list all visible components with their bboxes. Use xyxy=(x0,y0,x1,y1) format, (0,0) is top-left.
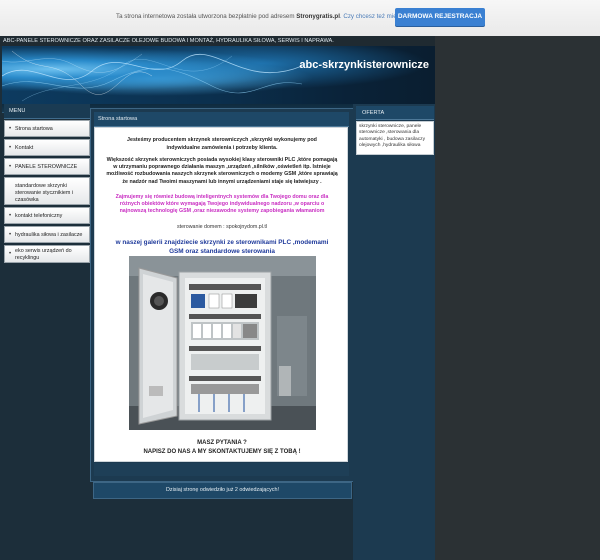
sidebar-item-kontakt-telefoniczny[interactable]: • kontakt telefoniczny xyxy=(4,207,90,224)
content-footer xyxy=(94,463,349,476)
site-tagline: ABC-PANELE STEROWNICZE ORAZ ZASILACZE OL… xyxy=(3,38,334,44)
plc-paragraph: Większość skrzynek sterowniczych posiada… xyxy=(106,157,338,185)
site-banner: abc-skrzynkisterownicze xyxy=(2,46,435,104)
bullet-icon: • xyxy=(9,144,12,151)
page-title: Strona startowa xyxy=(98,116,138,122)
visit-counter: Dzisiaj stronę odwiedziło już 2 odwiedza… xyxy=(166,487,279,493)
gallery-paragraph: w naszej galerii znajdziecie skrzynki ze… xyxy=(115,239,329,255)
sidebar-menu: • Strona startowa • Kontakt • PANELE STE… xyxy=(4,120,90,265)
sidebar-item-label: standardowe skrzynki sterowanie stycznik… xyxy=(15,183,74,203)
control-cabinet-photo xyxy=(129,256,316,430)
smart-home-paragraph: Zajmujemy się również budową inteligentn… xyxy=(115,194,329,215)
notice-prefix: Ta strona internetowa została utworzona … xyxy=(116,13,295,20)
bullet-icon: • xyxy=(9,251,12,257)
notification-bar: Ta strona internetowa została utworzona … xyxy=(0,0,600,37)
contact-call-to-action: MASZ PYTANIA ? NAPISZ DO NAS A MY SKONTA… xyxy=(95,439,349,457)
cta-question: MASZ PYTANIA ? xyxy=(197,440,247,446)
page-right-background xyxy=(435,36,600,560)
sidebar-item-standardowe-skrzynki[interactable]: standardowe skrzynki sterowanie stycznik… xyxy=(4,177,90,205)
cta-message: NAPISZ DO NAS A MY SKONTAKTUJEMY SIĘ Z T… xyxy=(143,449,301,455)
banner-lightning-graphic xyxy=(2,50,302,102)
header-strip: ABC-PANELE STEROWNICZE ORAZ ZASILACZE OL… xyxy=(0,36,435,46)
sidebar-item-label: kontakt telefoniczny xyxy=(15,213,63,219)
content-body: Jesteśmy producentem skrzynek sterownicz… xyxy=(94,127,348,462)
bullet-icon: • xyxy=(9,212,12,219)
site-title[interactable]: abc-skrzynkisterownicze xyxy=(299,59,429,71)
sidebar-item-panele-plc[interactable]: • PANELE STEROWNICZE PLC xyxy=(4,158,90,187)
visit-counter-bar: Dzisiaj stronę odwiedziło już 2 odwiedza… xyxy=(93,482,352,499)
sidebar-item-label: Kontakt xyxy=(15,145,34,151)
offer-box: skrzynki sterownicze, panele sterownicze… xyxy=(356,121,434,155)
offer-header-label: OFERTA xyxy=(362,110,385,116)
sidebar-item-hydraulika[interactable]: • hydraulika siłowa i zasilacze xyxy=(4,226,90,243)
offer-header: OFERTA xyxy=(356,106,434,120)
sidebar-item-label: Strona startowa xyxy=(15,126,53,132)
bullet-icon: • xyxy=(9,163,12,170)
notice-site-link[interactable]: Stronygratis.pl xyxy=(296,13,340,20)
menu-header: MENU xyxy=(4,104,90,119)
home-control-link[interactable]: sterowanie domem : spokojnydom.pl.tl xyxy=(95,224,349,230)
sidebar-item-label: hydraulika siłowa i zasilacze xyxy=(15,232,83,238)
sidebar-item-label: eko serwis urządzeń do recyklingu xyxy=(15,248,72,261)
intro-paragraph: Jesteśmy producentem skrzynek sterownicz… xyxy=(127,137,317,151)
offer-frame xyxy=(353,104,435,560)
control-cabinet-illustration xyxy=(129,256,316,430)
offer-text: skrzynki sterownicze, panele sterownicze… xyxy=(359,124,426,148)
bullet-icon: • xyxy=(9,231,12,238)
bullet-icon: • xyxy=(9,125,12,132)
sidebar-item-kontakt[interactable]: • Kontakt xyxy=(4,139,90,156)
sidebar-item-strona-startowa[interactable]: • Strona startowa xyxy=(4,120,90,137)
menu-header-label: MENU xyxy=(9,108,26,114)
register-button[interactable]: DARMOWA REJESTRACJA xyxy=(395,8,485,26)
sidebar-item-eko-serwis[interactable]: • eko serwis urządzeń do recyklingu xyxy=(4,245,90,263)
content-header: Strona startowa xyxy=(94,112,349,127)
